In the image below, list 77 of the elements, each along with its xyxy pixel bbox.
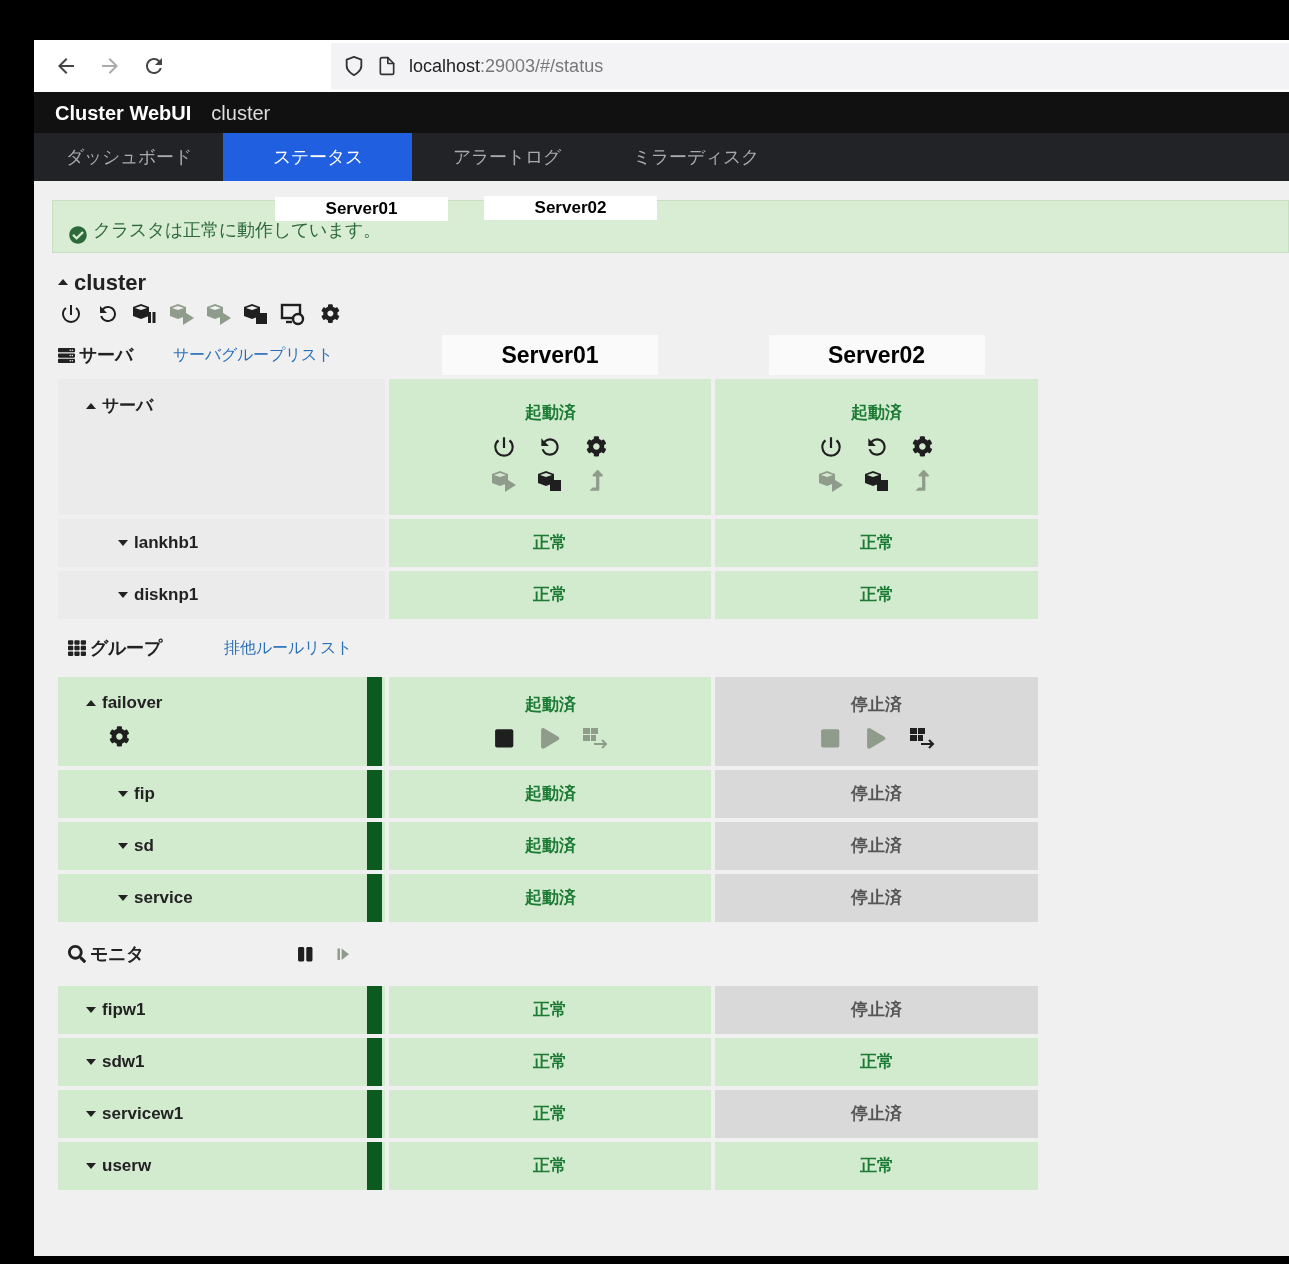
row-label[interactable]: sdw1 xyxy=(102,1049,145,1075)
status-text: 正常 xyxy=(533,584,567,607)
exclusion-rule-list-link[interactable]: 排他ルールリスト xyxy=(224,636,352,660)
status-text: 起動済 xyxy=(524,835,576,858)
status-text: 正常 xyxy=(859,1155,894,1178)
caret-icon[interactable] xyxy=(118,590,128,600)
cluster-title[interactable]: cluster xyxy=(74,265,147,299)
nav-tab[interactable]: ダッシュボード xyxy=(34,133,223,181)
grid-icon xyxy=(68,639,86,657)
status-text: 正常 xyxy=(533,1103,567,1126)
status-text: 起動済 xyxy=(851,402,902,425)
column-header: Server02 xyxy=(768,335,985,375)
alert-message: クラスタは正常に動作しています。 xyxy=(93,219,381,242)
row-label[interactable]: sd xyxy=(134,833,154,859)
row-label[interactable]: lankhb1 xyxy=(134,530,199,556)
status-text: 正常 xyxy=(533,1051,567,1074)
status-bar xyxy=(367,874,382,922)
caret-icon[interactable] xyxy=(58,277,68,287)
status-text: 停止済 xyxy=(851,693,902,716)
status-bar xyxy=(367,1090,382,1138)
caret-icon[interactable] xyxy=(118,893,128,903)
column-header: Server01 xyxy=(442,335,658,375)
status-text: 停止済 xyxy=(851,783,902,806)
nav-tab[interactable]: アラートログ xyxy=(412,133,601,181)
status-text: 正常 xyxy=(859,532,894,555)
status-text: 停止済 xyxy=(851,887,902,910)
status-bar xyxy=(367,1038,382,1086)
nav-tab[interactable]: ミラーディスク xyxy=(601,133,790,181)
caret-icon[interactable] xyxy=(118,841,128,851)
status-bar xyxy=(367,770,382,818)
server-icon xyxy=(58,346,75,364)
row-label[interactable]: fipw1 xyxy=(102,997,146,1023)
cluster-name: cluster xyxy=(211,100,271,126)
status-text: 正常 xyxy=(859,584,894,607)
brand-title: Cluster WebUI xyxy=(55,100,192,126)
caret-icon[interactable] xyxy=(86,1109,96,1119)
section-title: モニタ xyxy=(90,942,144,966)
status-text: 停止済 xyxy=(851,835,902,858)
status-text: 正常 xyxy=(533,999,567,1022)
status-bar xyxy=(367,986,382,1034)
section-title: サーバ xyxy=(79,343,133,367)
nav-tab[interactable]: ステータス xyxy=(223,133,412,181)
address-bar[interactable]: localhost:29003/#/status xyxy=(331,43,1289,89)
row-label[interactable]: サーバ xyxy=(102,393,153,419)
status-text: 起動済 xyxy=(524,783,576,806)
shield-icon xyxy=(343,55,365,77)
section-title: グループ xyxy=(90,636,162,660)
row-label[interactable]: servicew1 xyxy=(102,1101,184,1127)
server-label: Server01 xyxy=(275,197,448,221)
status-bar xyxy=(367,822,382,870)
row-label[interactable]: service xyxy=(134,885,193,911)
status-text: 起動済 xyxy=(524,887,576,910)
server-label: Server02 xyxy=(484,196,657,220)
cube-pause-icon[interactable] xyxy=(132,302,158,326)
row-label[interactable]: fip xyxy=(134,781,155,807)
monitor-restore-icon[interactable] xyxy=(280,302,306,326)
caret-icon[interactable] xyxy=(118,789,128,799)
caret-icon[interactable] xyxy=(118,538,128,548)
status-text: 正常 xyxy=(859,1051,894,1074)
caret-icon[interactable] xyxy=(86,1161,96,1171)
status-text: 停止済 xyxy=(851,999,902,1022)
row-label[interactable]: failover xyxy=(102,690,163,716)
row-label[interactable]: disknp1 xyxy=(134,582,199,608)
status-text: 停止済 xyxy=(851,1103,902,1126)
cube-stop-icon[interactable] xyxy=(243,302,269,326)
status-bar xyxy=(367,1142,382,1190)
status-text: 起動済 xyxy=(524,693,576,716)
status-text: 正常 xyxy=(533,532,567,555)
page-icon xyxy=(377,56,397,76)
server-group-list-link[interactable]: サーバグループリスト xyxy=(173,343,333,367)
row-label[interactable]: userw xyxy=(102,1153,152,1179)
search-icon xyxy=(68,945,86,963)
caret-icon[interactable] xyxy=(86,1057,96,1067)
status-text: 正常 xyxy=(533,1155,567,1178)
status-text: 起動済 xyxy=(524,402,576,425)
caret-icon[interactable] xyxy=(86,1005,96,1015)
url-text: localhost:29003/#/status xyxy=(409,54,604,78)
